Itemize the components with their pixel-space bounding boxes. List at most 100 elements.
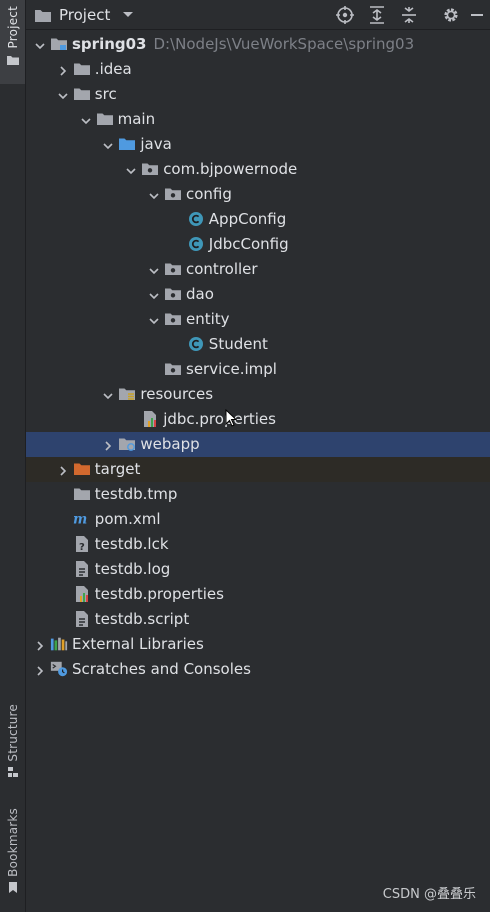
chevron-down-icon[interactable] (148, 188, 160, 200)
collapse-all-icon (402, 7, 416, 23)
tree-node-dao[interactable]: dao (26, 282, 490, 307)
structure-icon (7, 766, 18, 777)
tree-node-text: Student (208, 335, 268, 353)
tree-node-label: testdb.log (95, 560, 170, 579)
hide-panel-button[interactable] (466, 4, 488, 26)
chevron-right-icon[interactable] (102, 438, 114, 451)
chevron-down-icon (123, 12, 134, 17)
chevron-down-icon[interactable] (125, 163, 137, 175)
tree-node-text: spring03 (72, 35, 147, 53)
tree-node-testdb-tmp[interactable]: testdb.tmp (26, 482, 490, 507)
tree-node-label: config (186, 185, 232, 204)
tree-node-testdb-properties[interactable]: testdb.properties (26, 582, 490, 607)
tree-node-scratches-and-consoles[interactable]: Scratches and Consoles (26, 657, 490, 682)
collapse-all-button[interactable] (398, 4, 420, 26)
tree-node-java[interactable]: java (26, 132, 490, 157)
tree-node-spring03[interactable]: spring03 D:\NodeJs\VueWorkSpace\spring03 (26, 32, 490, 57)
tree-node-config[interactable]: config (26, 182, 490, 207)
tree-node-text: pom.xml (94, 510, 161, 528)
chevron-right-icon[interactable] (34, 638, 46, 651)
select-opened-file-button[interactable] (334, 4, 356, 26)
tree-node-resources[interactable]: resources (26, 382, 490, 407)
package-icon (164, 360, 182, 378)
folder-icon (73, 85, 91, 103)
tree-node-label: webapp (140, 435, 199, 454)
tree-node-target[interactable]: target (26, 457, 490, 482)
chevron-down-icon[interactable] (102, 388, 114, 400)
tree-node-text: controller (186, 260, 258, 278)
tool-window-header: Project (26, 0, 490, 30)
tree-node-pom-xml[interactable]: m pom.xml (26, 507, 490, 532)
tree-node-label: .idea (95, 60, 132, 79)
tree-node-text: resources (140, 385, 214, 403)
chevron-down-icon[interactable] (102, 138, 114, 150)
watermark: CSDN @叠叠乐 (382, 887, 476, 902)
tree-node-label: java (140, 135, 171, 154)
tree-node-label: Scratches and Consoles (72, 660, 251, 679)
tree-node-text: webapp (140, 435, 200, 453)
tree-node-com-bjpowernode[interactable]: com.bjpowernode (26, 157, 490, 182)
project-tab-label: Project (5, 6, 20, 49)
project-tool-window: Project spring03 D:\NodeJs\VueWorkSpace\s… (26, 0, 490, 912)
options-button[interactable] (440, 4, 462, 26)
tree-node-testdb-lck[interactable]: ? testdb.lck (26, 532, 490, 557)
source-folder-icon (118, 135, 136, 153)
chevron-right-icon[interactable] (57, 63, 69, 76)
tree-node-label: Student (209, 335, 268, 354)
tree-node-label: dao (186, 285, 214, 304)
tree-node-text: .idea (94, 60, 132, 78)
chevron-down-icon[interactable] (148, 313, 160, 325)
tree-node-label: target (95, 460, 141, 479)
tree-node-jdbc-properties[interactable]: jdbc.properties (26, 407, 490, 432)
chevron-down-icon[interactable] (148, 288, 160, 300)
tree-node-text: testdb.properties (94, 585, 224, 603)
tree-node-controller[interactable]: controller (26, 257, 490, 282)
tree-node-main[interactable]: main (26, 107, 490, 132)
chevron-right-icon[interactable] (57, 463, 69, 476)
unknown-file-icon: ? (73, 535, 91, 553)
header-title: Project (59, 6, 111, 24)
chevron-down-icon[interactable] (57, 88, 69, 100)
project-view-selector[interactable]: Project (34, 5, 134, 25)
structure-tool-tab[interactable]: Structure (0, 704, 25, 786)
expand-all-button[interactable] (366, 4, 388, 26)
tree-node-text: External Libraries (72, 635, 204, 653)
tree-node-testdb-log[interactable]: testdb.log (26, 557, 490, 582)
module-path: D:\NodeJs\VueWorkSpace\spring03 (153, 35, 415, 53)
tree-node-entity[interactable]: entity (26, 307, 490, 332)
left-tool-strip: Project Structure Bookmarks (0, 0, 26, 912)
bookmark-icon (8, 881, 17, 893)
package-icon (164, 285, 182, 303)
tree-node-student[interactable]: Student (26, 332, 490, 357)
tree-node-jdbcconfig[interactable]: JdbcConfig (26, 232, 490, 257)
package-icon (164, 310, 182, 328)
tree-node-label: pom.xml (95, 510, 161, 529)
chevron-down-icon[interactable] (34, 38, 46, 50)
package-icon (141, 160, 159, 178)
tree-node-text: src (94, 85, 117, 103)
tree-node-idea[interactable]: .idea (26, 57, 490, 82)
tree-node-text: com.bjpowernode (163, 160, 298, 178)
tree-node-testdb-script[interactable]: testdb.script (26, 607, 490, 632)
class-icon (187, 210, 205, 228)
tree-node-text: testdb.tmp (94, 485, 178, 503)
scratches-icon (50, 660, 68, 678)
bookmarks-tool-tab[interactable]: Bookmarks (0, 808, 25, 902)
tree-node-label: spring03 D:\NodeJs\VueWorkSpace\spring03 (72, 35, 414, 54)
tree-node-appconfig[interactable]: AppConfig (26, 207, 490, 232)
project-tool-tab[interactable]: Project (0, 0, 25, 84)
minimize-icon (471, 14, 483, 16)
tree-node-label: main (118, 110, 155, 129)
chevron-right-icon[interactable] (34, 663, 46, 676)
tree-node-service-impl[interactable]: service.impl (26, 357, 490, 382)
tree-node-external-libraries[interactable]: External Libraries (26, 632, 490, 657)
text-file-icon (73, 560, 91, 578)
package-icon (164, 260, 182, 278)
tree-node-webapp[interactable]: webapp (26, 432, 490, 457)
crosshair-icon (336, 6, 354, 24)
chevron-down-icon[interactable] (80, 113, 92, 125)
tree-node-src[interactable]: src (26, 82, 490, 107)
chevron-down-icon[interactable] (148, 263, 160, 275)
tree-node-label: testdb.lck (95, 535, 169, 554)
svg-text:?: ? (79, 542, 85, 553)
